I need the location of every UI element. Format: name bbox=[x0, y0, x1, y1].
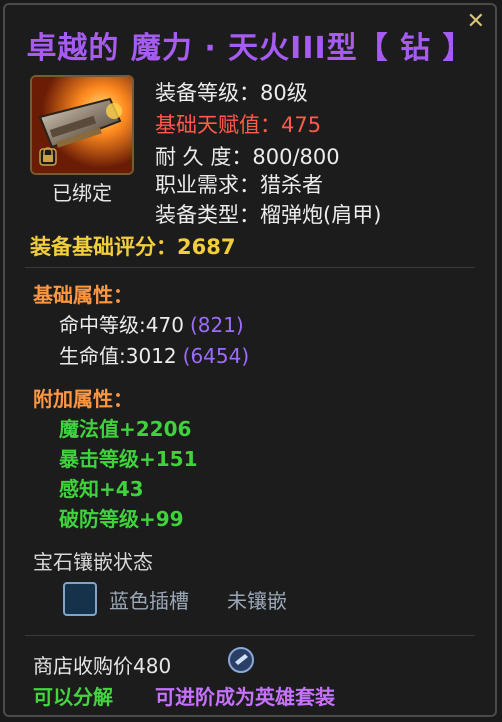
divider bbox=[25, 267, 475, 268]
base-attributes-title: 基础属性： bbox=[33, 283, 133, 307]
shop-sell-price: 商店收购价480 bbox=[33, 654, 172, 678]
bonus-mana: 魔法值+2206 bbox=[59, 417, 192, 441]
bonus-armor-pen: 破防等级+99 bbox=[59, 507, 184, 531]
durability: 耐 久 度：800/800 bbox=[155, 145, 340, 169]
bound-status: 已绑定 bbox=[52, 181, 112, 205]
equip-level: 装备等级：80级 bbox=[155, 81, 308, 105]
can-decompose-label: 可以分解 bbox=[33, 685, 113, 709]
gem-slot-status: 未镶嵌 bbox=[227, 589, 287, 613]
divider bbox=[25, 635, 475, 636]
hit-rating: 命中等级:470 (821) bbox=[59, 313, 244, 337]
base-score: 装备基础评分：2687 bbox=[30, 235, 236, 259]
item-tooltip: ✕ 卓越的 魔力 · 天火III型【 钻 】 已绑定 装备等级：80级 基础天赋… bbox=[3, 3, 497, 717]
base-talent-value: 基础天赋值：475 bbox=[155, 113, 322, 137]
item-title: 卓越的 魔力 · 天火III型【 钻 】 bbox=[26, 31, 474, 66]
flamethrower-shoulder-armor-icon bbox=[30, 75, 134, 175]
blue-gem-slot-icon[interactable] bbox=[63, 582, 97, 616]
bonus-perception: 感知+43 bbox=[59, 477, 144, 501]
extra-attributes-title: 附加属性： bbox=[33, 387, 133, 411]
health: 生命值:3012 (6454) bbox=[59, 344, 250, 368]
gem-slot-label: 蓝色插槽 bbox=[109, 589, 189, 613]
class-requirement: 职业需求：猎杀者 bbox=[155, 173, 323, 197]
gem-currency-icon bbox=[228, 647, 254, 673]
equip-type: 装备类型：榴弹炮(肩甲) bbox=[155, 203, 382, 227]
gem-socket-title: 宝石镶嵌状态 bbox=[33, 550, 153, 574]
can-upgrade-label: 可进阶成为英雄套装 bbox=[155, 685, 335, 709]
bonus-crit: 暴击等级+151 bbox=[59, 447, 198, 471]
